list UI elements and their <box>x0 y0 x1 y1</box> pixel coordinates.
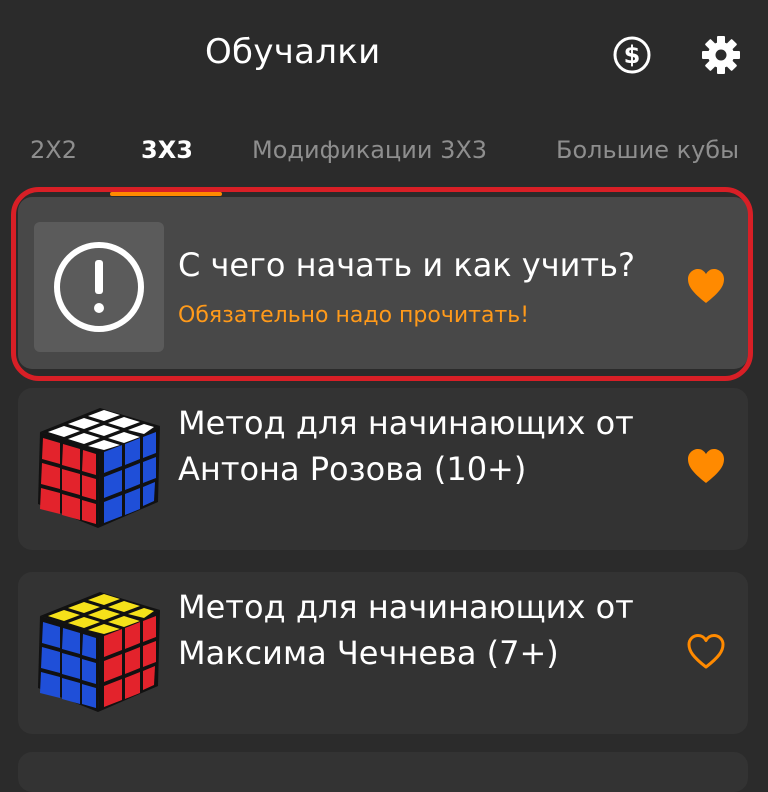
tab-2x2[interactable]: 2X2 <box>30 136 77 164</box>
page-title: Обучалки <box>205 32 381 72</box>
list-item-chechnev-method[interactable]: Метод для начинающих от Максима Чечнева … <box>18 572 748 734</box>
svg-text:$: $ <box>624 41 641 69</box>
item-title: С чего начать и как учить? <box>178 246 635 284</box>
item-title-line2: Антона Розова (10+) <box>178 450 527 488</box>
exclamation-circle-icon <box>34 222 164 352</box>
app-header: Обучалки $ <box>0 0 768 110</box>
category-tabs: 2X2 3X3 Модификации 3X3 Большие кубы <box>0 122 768 196</box>
tab-big-cubes[interactable]: Большие кубы <box>556 136 739 164</box>
tab-3x3[interactable]: 3X3 <box>141 136 193 164</box>
item-title-line2: Максима Чечнева (7+) <box>178 634 559 672</box>
heart-filled-icon[interactable] <box>686 268 726 306</box>
gear-icon[interactable] <box>700 34 742 76</box>
tab-3x3-modifications[interactable]: Модификации 3X3 <box>252 136 487 164</box>
item-subtitle: Обязательно надо прочитать! <box>178 303 530 328</box>
heart-outline-icon[interactable] <box>686 633 726 671</box>
item-title-line1: Метод для начинающих от <box>178 404 634 442</box>
heart-filled-icon[interactable] <box>686 448 726 486</box>
list-item-rozov-method[interactable]: Метод для начинающих от Антона Розова (1… <box>18 388 748 550</box>
rubiks-cube-icon <box>34 586 164 716</box>
dollar-coin-icon[interactable]: $ <box>611 34 653 76</box>
item-title-line1: Метод для начинающих от <box>178 588 634 626</box>
active-tab-indicator <box>110 192 222 196</box>
list-item-how-to-start[interactable]: С чего начать и как учить? Обязательно н… <box>18 197 748 369</box>
list-item-partial[interactable] <box>18 752 748 792</box>
rubiks-cube-icon <box>34 402 164 532</box>
